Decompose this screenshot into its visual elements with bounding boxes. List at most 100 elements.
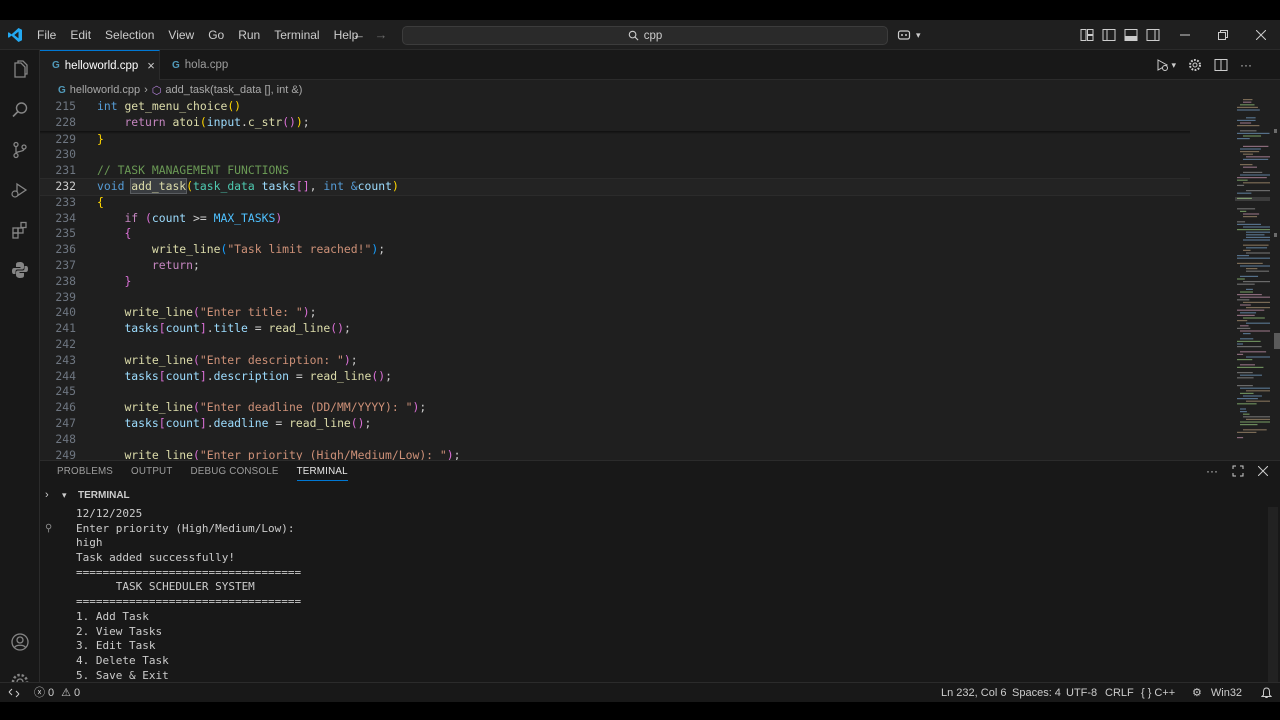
line-source: { <box>124 226 132 241</box>
code-line[interactable]: 234 if (count >= MAX_TASKS) <box>40 211 1190 227</box>
source-control-icon[interactable] <box>8 138 32 162</box>
tab-output[interactable]: OUTPUT <box>131 466 172 477</box>
code-line[interactable]: 230 <box>40 147 1190 163</box>
code-line[interactable]: 244 tasks[count].description = read_line… <box>40 369 1190 385</box>
maximize-panel-icon[interactable] <box>1232 465 1244 477</box>
terminal-output[interactable]: 12/12/2025 Enter priority (High/Medium/Lo… <box>76 507 1266 683</box>
menu-item-go[interactable]: Go <box>201 20 231 50</box>
code-line[interactable]: 245 <box>40 384 1190 400</box>
split-editor-icon[interactable] <box>1214 58 1228 72</box>
search-icon[interactable] <box>8 98 32 122</box>
go-forward-icon[interactable]: → <box>374 28 388 42</box>
accounts-icon[interactable] <box>8 630 32 654</box>
more-actions-icon[interactable]: ··· <box>1240 58 1252 72</box>
go-back-icon[interactable]: ← <box>352 28 366 42</box>
menu-item-selection[interactable]: Selection <box>98 20 161 50</box>
tab-label: helloworld.cpp <box>64 59 139 72</box>
vscode-window: File Edit Selection View Go Run Terminal Help ←… <box>0 20 1280 702</box>
close-window-icon[interactable] <box>1242 20 1280 50</box>
menu-item-run[interactable]: Run <box>231 20 267 50</box>
remote-indicator[interactable] <box>8 683 20 702</box>
terminal-line: 3. Edit Task <box>76 639 156 653</box>
cursor-position[interactable]: Ln 232, Col 6 <box>941 683 1006 702</box>
menu-item-edit[interactable]: Edit <box>63 20 98 50</box>
minimize-icon[interactable] <box>1166 20 1204 50</box>
platform-indicator[interactable]: ⚙ Win32 <box>1192 683 1242 702</box>
toggle-panel-icon[interactable] <box>1124 28 1138 42</box>
code-line[interactable]: 237 return; <box>40 258 1190 274</box>
tab-helloworld-cpp[interactable]: G helloworld.cpp × <box>40 50 160 80</box>
line-number: 238 <box>55 273 76 288</box>
breadcrumb-file[interactable]: helloworld.cpp <box>70 84 140 96</box>
minimap[interactable] <box>1190 99 1280 461</box>
menu-item-terminal[interactable]: Terminal <box>267 20 326 50</box>
code-line[interactable]: 239 <box>40 290 1190 306</box>
run-file-icon[interactable] <box>1155 58 1169 72</box>
run-and-debug-icon[interactable] <box>8 178 32 202</box>
indentation[interactable]: Spaces: 4 <box>1012 683 1061 702</box>
explorer-icon[interactable] <box>8 58 32 82</box>
line-source: write_line("Enter description: "); <box>124 352 358 367</box>
tab-problems[interactable]: PROBLEMS <box>57 466 113 477</box>
editor-scrollbar[interactable] <box>1272 99 1280 461</box>
file-encoding[interactable]: UTF-8 <box>1066 683 1097 702</box>
code-line[interactable]: 232 void add_task(task_data tasks[], int … <box>40 178 1190 196</box>
menu-item-view[interactable]: View <box>161 20 201 50</box>
sticky-scroll-line[interactable]: 215 int get_menu_choice() <box>40 99 1190 115</box>
code-line[interactable]: 241 tasks[count].title = read_line(); <box>40 321 1190 337</box>
code-line[interactable]: 246 write_line("Enter deadline (DD/MM/YY… <box>40 400 1190 416</box>
python-icon[interactable] <box>8 258 32 282</box>
code-line[interactable]: 229} <box>40 132 1190 148</box>
bottom-panel: PROBLEMS OUTPUT DEBUG CONSOLE TERMINAL ·… <box>40 460 1280 683</box>
line-source: return atoi(input.c_str()); <box>124 114 310 129</box>
terminal-scrollbar[interactable] <box>1268 507 1278 683</box>
line-source: return; <box>151 258 200 272</box>
command-center-search[interactable]: cpp <box>402 26 888 45</box>
more-actions-icon[interactable]: ··· <box>1206 464 1218 478</box>
code-editor[interactable]: 215 int get_menu_choice() 228 return atoi(… <box>40 99 1190 461</box>
line-source: write_line("Enter title: "); <box>124 305 317 320</box>
restore-icon[interactable] <box>1204 20 1242 50</box>
code-line[interactable]: 236 write_line("Task limit reached!"); <box>40 242 1190 258</box>
tab-terminal[interactable]: TERMINAL <box>296 466 348 481</box>
notifications-bell-icon[interactable] <box>1261 683 1272 702</box>
problems-indicator[interactable]: ⓧ 0 ⚠ 0 <box>34 683 80 702</box>
toggle-primary-sidebar-icon[interactable] <box>1102 28 1116 42</box>
line-number: 237 <box>55 258 76 272</box>
chevron-down-icon[interactable]: ▾ <box>1171 60 1176 71</box>
terminal-section-header[interactable]: › ▾ TERMINAL <box>40 485 1280 505</box>
code-line[interactable]: 238 } <box>40 274 1190 290</box>
code-line[interactable]: 243 write_line("Enter description: "); <box>40 353 1190 369</box>
tab-debug-console[interactable]: DEBUG CONSOLE <box>191 466 279 477</box>
code-line[interactable]: 247 tasks[count].deadline = read_line(); <box>40 416 1190 432</box>
chevron-down-icon[interactable]: ▾ <box>916 30 921 41</box>
code-line[interactable]: 233 { <box>40 195 1190 211</box>
code-line[interactable]: 235 { <box>40 226 1190 242</box>
search-icon <box>628 30 639 41</box>
code-line[interactable]: 240 write_line("Enter title: "); <box>40 305 1190 321</box>
line-number: 243 <box>55 352 76 367</box>
language-mode[interactable]: { } C++ <box>1141 683 1175 702</box>
gear-icon[interactable] <box>1188 58 1202 72</box>
sticky-scroll-line[interactable]: 228 return atoi(input.c_str()); <box>40 115 1190 131</box>
line-number: 242 <box>55 337 76 351</box>
code-line[interactable]: 249 write_line("Enter priority (High/Med… <box>40 448 1190 461</box>
language-label: C++ <box>1154 687 1176 699</box>
menu-item-file[interactable]: File <box>30 20 63 50</box>
copilot-icon[interactable] <box>897 28 913 42</box>
close-icon[interactable]: × <box>147 58 155 73</box>
end-of-line[interactable]: CRLF <box>1105 683 1134 702</box>
code-line[interactable]: 248 <box>40 432 1190 448</box>
breadcrumb-symbol[interactable]: add_task(task_data [], int &) <box>165 84 302 96</box>
toggle-secondary-sidebar-icon[interactable] <box>1146 28 1160 42</box>
chevron-right-icon[interactable]: › <box>45 489 49 501</box>
extensions-icon[interactable] <box>8 218 32 242</box>
close-panel-icon[interactable] <box>1258 466 1268 476</box>
terminal-line: 4. Delete Task <box>76 653 169 667</box>
line-number: 234 <box>55 210 76 225</box>
tab-hola-cpp[interactable]: G hola.cpp <box>160 50 260 80</box>
code-line[interactable]: 242 <box>40 337 1190 353</box>
code-line[interactable]: 231 // TASK MANAGEMENT FUNCTIONS <box>40 163 1190 179</box>
customize-layout-icon[interactable] <box>1080 28 1094 42</box>
line-source: tasks[count].description = read_line(); <box>124 368 392 383</box>
